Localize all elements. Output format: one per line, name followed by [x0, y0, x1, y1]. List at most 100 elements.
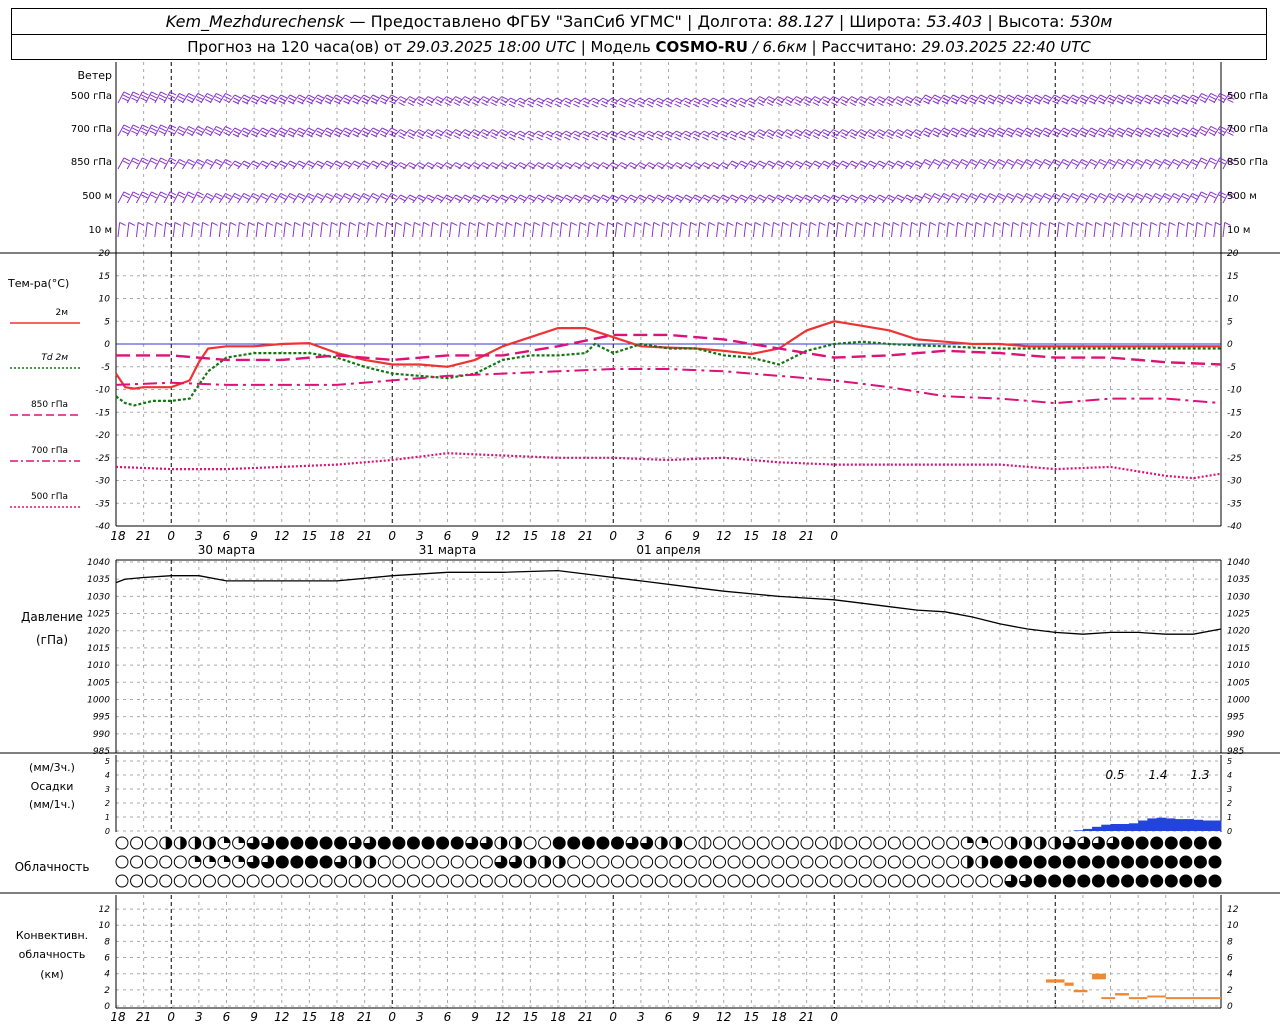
wind-barb-feather	[1080, 195, 1088, 200]
wind-barb-feather	[179, 158, 186, 163]
wind-barb-feather	[261, 195, 268, 200]
wind-barb-feather	[159, 194, 167, 199]
wind-barb	[918, 221, 928, 238]
wind-barb-feather	[1043, 161, 1051, 166]
wind-barb-staff	[706, 222, 710, 238]
wind-barb-feather	[1117, 97, 1125, 102]
wind-barb-feather	[934, 94, 941, 99]
time-label-top: 9	[692, 529, 700, 543]
wind-barb-staff	[476, 194, 484, 204]
wind-barb	[881, 129, 895, 140]
conv-ytick-left: 8	[104, 937, 110, 947]
wind-barb-staff	[439, 222, 443, 238]
wind-barb	[577, 221, 587, 238]
wind-barb	[504, 221, 513, 238]
wind-barb-feather	[1196, 221, 1204, 226]
wind-barb-feather	[344, 163, 351, 168]
wind-barb-feather	[731, 194, 739, 199]
wind-barb-feather	[473, 162, 481, 167]
cloud-fill	[1150, 856, 1163, 868]
cloud-fill	[290, 856, 303, 868]
wind-barb	[255, 94, 269, 105]
wind-barb-feather	[905, 163, 913, 168]
conv-ytick-right: 12	[1227, 905, 1239, 915]
wind-barb-feather	[943, 127, 951, 132]
wind-barb-staff	[1167, 222, 1170, 238]
conv-bar	[1064, 982, 1074, 986]
wind-barb-feather	[142, 191, 149, 196]
wind-barb-staff	[826, 222, 830, 238]
wind-barb-staff	[172, 222, 176, 238]
wind-barb-feather	[271, 160, 278, 165]
wind-barb	[927, 94, 941, 105]
wind-barb-staff	[808, 194, 816, 204]
wind-barb-staff	[752, 160, 761, 170]
wind-barb-feather	[1071, 161, 1078, 166]
wind-barb-feather	[1201, 157, 1208, 162]
wind-barb-feather	[988, 97, 996, 102]
wind-barb-feather	[344, 195, 351, 200]
wind-barb-feather	[404, 221, 412, 226]
wind-barb-staff	[135, 222, 139, 238]
wind-barb-feather	[980, 192, 987, 197]
pressure-ytick-right: 1005	[1227, 678, 1250, 688]
temp-ytick-right: -40	[1227, 522, 1242, 532]
wind-barb-staff	[734, 194, 742, 204]
wind-barb-feather	[390, 195, 397, 200]
wind-barb-feather	[600, 103, 608, 108]
wind-barb-feather	[150, 94, 157, 99]
wind-barb-staff	[559, 222, 563, 238]
cloud-fill	[553, 837, 566, 849]
wind-barb-staff	[605, 194, 613, 204]
wind-barb-feather	[160, 91, 167, 96]
wind-barb-feather	[822, 197, 830, 202]
wind-barb-feather	[519, 130, 527, 135]
wind-barb-staff	[402, 222, 406, 238]
cloud-fill	[567, 837, 580, 849]
wind-barb-feather	[298, 130, 305, 135]
cloud-symbol	[377, 855, 391, 869]
wind-barb-feather	[1034, 97, 1042, 102]
wind-barb-feather	[372, 127, 380, 132]
time-label-bottom: 18	[771, 1010, 787, 1024]
wind-barb-feather	[1173, 127, 1181, 132]
cloud-fill	[1010, 837, 1017, 850]
wind-barb-feather	[142, 91, 149, 96]
temp-ytick-left: -30	[95, 477, 110, 487]
wind-barb-staff	[1093, 222, 1097, 238]
wind-barb-feather	[288, 163, 296, 168]
cloud-fill	[1136, 856, 1149, 868]
wind-barb-feather	[242, 163, 250, 168]
wind-barb-staff	[688, 222, 692, 238]
wind-barb-feather	[1118, 192, 1125, 197]
wind-barb-feather	[353, 195, 360, 200]
conv-ytick-right: 4	[1227, 970, 1233, 980]
wind-barb-feather	[543, 221, 550, 226]
wind-barb-feather	[851, 129, 858, 134]
wind-barb-staff	[310, 160, 319, 170]
wind-barb-staff	[927, 222, 931, 238]
date-label: 30 марта	[198, 543, 255, 557]
cloud-symbol	[756, 855, 770, 869]
cloud-symbol	[508, 874, 522, 888]
wind-barb-feather	[298, 195, 305, 200]
pressure-ytick-right: 1010	[1227, 661, 1250, 671]
wind-barb-feather	[261, 163, 268, 168]
wind-barb-feather	[879, 160, 886, 165]
cloud-fill	[530, 856, 537, 868]
wind-barb-feather	[740, 197, 747, 202]
wind-barb-feather	[183, 221, 191, 226]
wind-barb-feather	[121, 130, 129, 135]
wind-barb-feather	[408, 197, 416, 202]
wind-barb-feather	[298, 163, 305, 168]
wind-barb-feather	[1136, 130, 1143, 135]
wind-barb	[237, 127, 251, 138]
wind-barb-feather	[381, 160, 389, 165]
wind-barb-feather	[1108, 97, 1115, 102]
wind-barb-staff	[366, 160, 374, 170]
wind-barb-staff	[918, 222, 922, 238]
wind-barb-feather	[712, 197, 719, 202]
wind-barb	[449, 96, 462, 107]
wind-barb-feather	[1017, 192, 1024, 197]
wind-barb-feather	[160, 191, 167, 196]
